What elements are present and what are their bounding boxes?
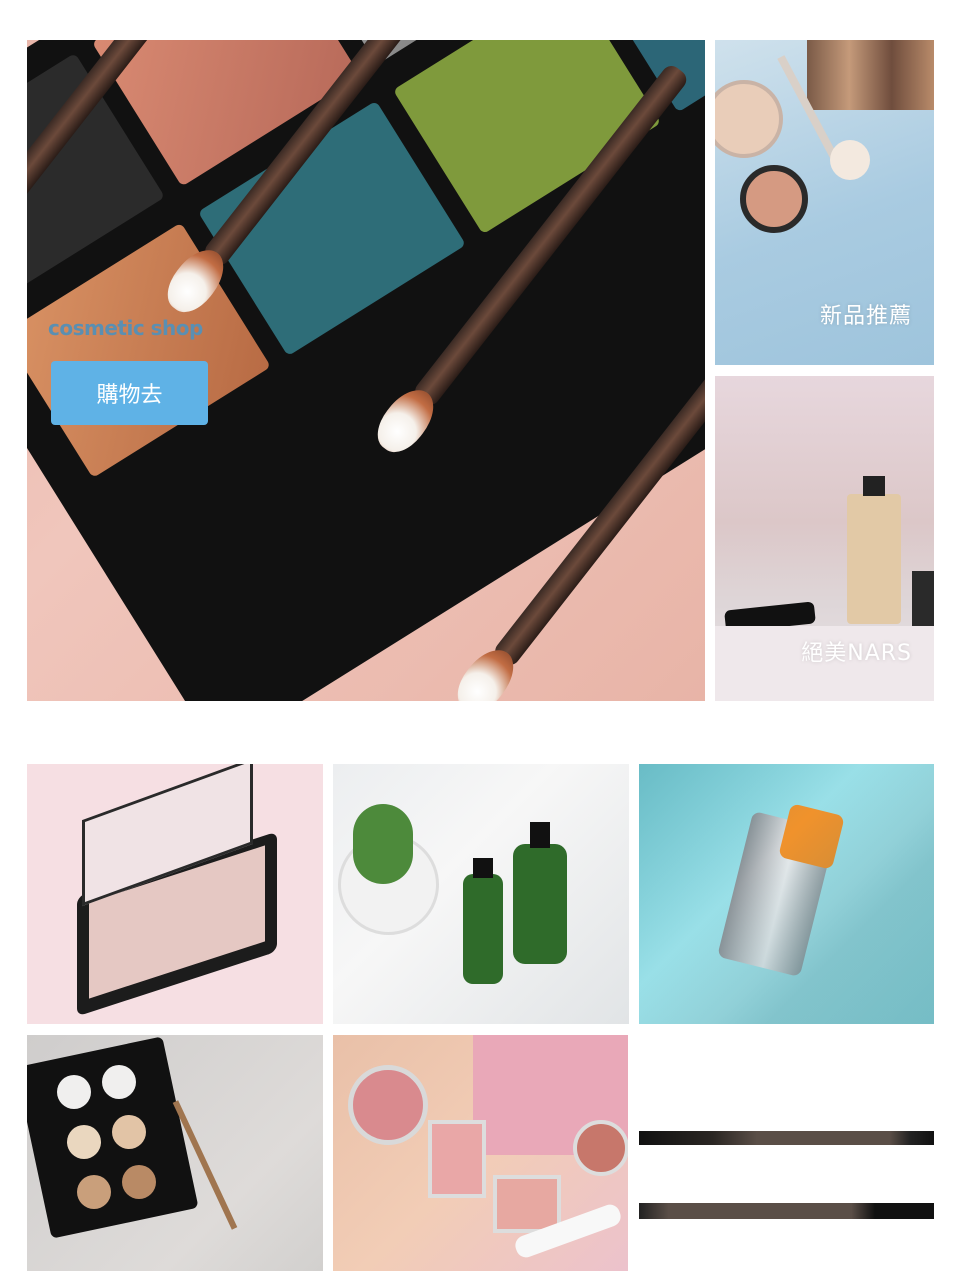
sunscreen-tube-palm-shadow-image[interactable] xyxy=(639,764,934,1024)
contour-palette-and-brush-image[interactable] xyxy=(27,1035,323,1271)
nars-tile[interactable]: 絕美NARS xyxy=(715,376,934,701)
new-arrivals-label: 新品推薦 xyxy=(819,304,912,329)
shop-now-button[interactable]: 購物去 xyxy=(51,361,208,425)
brand-name: cosmetic shop xyxy=(48,316,203,340)
eyeshadow-palette-with-mirror-image[interactable] xyxy=(27,764,323,1024)
hero-banner[interactable]: cosmetic shop 購物去 xyxy=(27,40,705,701)
new-arrivals-tile[interactable]: 新品推薦 xyxy=(715,40,934,365)
eyeliner-pencils-image[interactable] xyxy=(639,1035,934,1271)
herbal-spray-bottles-image[interactable] xyxy=(333,764,629,1024)
blush-compacts-pink-paper-image[interactable] xyxy=(333,1035,628,1271)
nars-label: 絕美NARS xyxy=(801,641,912,666)
